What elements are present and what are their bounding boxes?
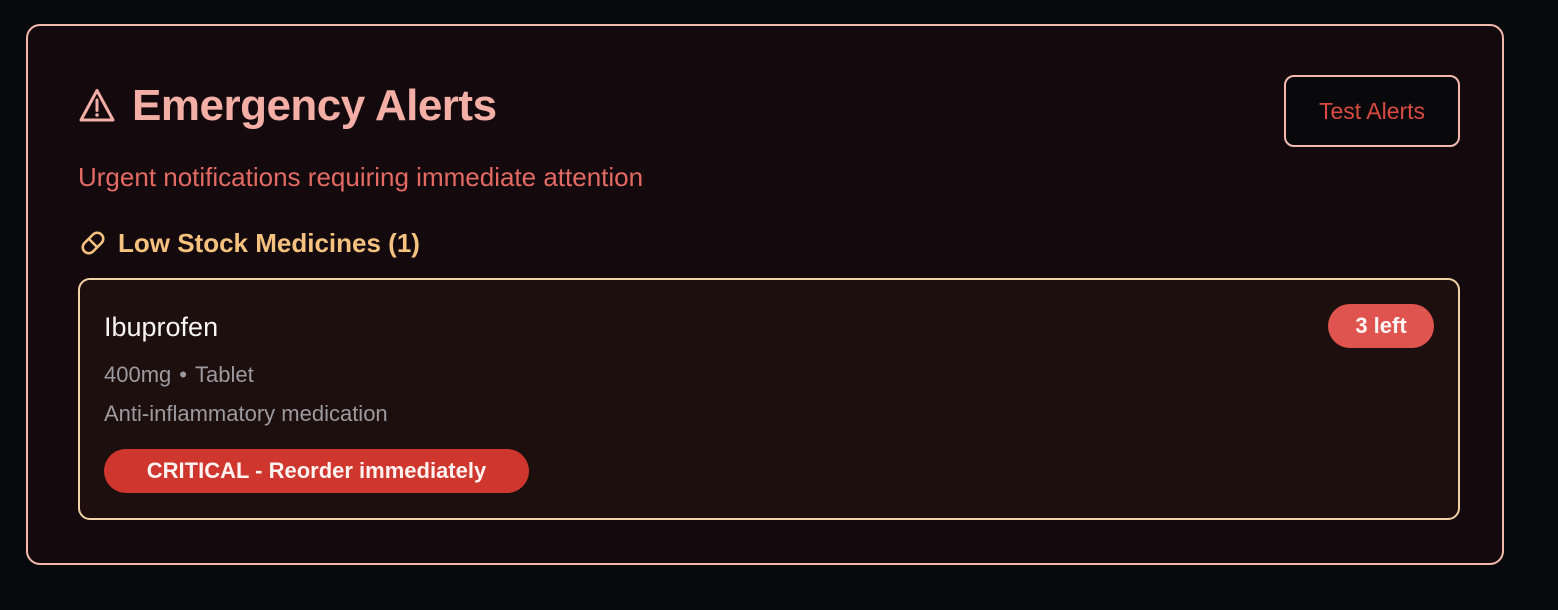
meta-separator: • (179, 362, 187, 387)
critical-status-badge: CRITICAL - Reorder immediately (104, 449, 529, 493)
medicine-name: Ibuprofen (104, 312, 219, 342)
alerts-header: Emergency Alerts (78, 84, 497, 128)
low-stock-section-header: Low Stock Medicines (1) (78, 228, 420, 258)
pill-icon (78, 228, 108, 258)
test-alerts-button[interactable]: Test Alerts (1284, 75, 1460, 147)
warning-triangle-icon (78, 87, 116, 125)
emergency-alerts-card: Emergency Alerts Urgent notifications re… (26, 24, 1504, 565)
stock-count-badge: 3 left (1328, 304, 1434, 348)
medicine-card: Ibuprofen 3 left 400mg • Tablet Anti-inf… (78, 278, 1460, 520)
medicine-meta: 400mg • Tablet (104, 364, 254, 386)
alerts-subtitle: Urgent notifications requiring immediate… (78, 162, 644, 192)
medicine-form: Tablet (194, 362, 254, 387)
page-title: Emergency Alerts (132, 81, 497, 130)
medicine-description: Anti-inflammatory medication (104, 401, 388, 426)
medicine-strength: 400mg (104, 362, 172, 387)
low-stock-heading: Low Stock Medicines (1) (118, 228, 420, 258)
